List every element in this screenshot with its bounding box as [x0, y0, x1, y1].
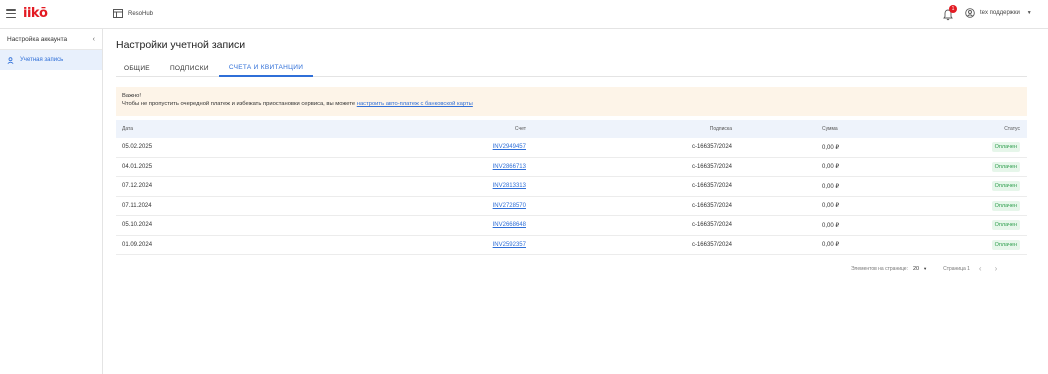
table-row: 05.02.2025 INV2949457 c-166357/2024 0,00…: [116, 138, 1027, 158]
status-badge: Оплачен: [991, 161, 1020, 172]
notice-banner: Важно! Чтобы не пропустить очередной пла…: [116, 87, 1027, 116]
status-badge: Оплачен: [991, 181, 1020, 192]
chevron-down-icon: ▼: [1026, 10, 1032, 16]
cell-amount: 0,00 ₽: [822, 183, 840, 190]
column-status[interactable]: Статус: [842, 126, 1027, 132]
cell-subscription: c-166357/2024: [691, 222, 732, 229]
collapse-chevron-icon[interactable]: ‹: [93, 36, 95, 43]
cell-amount: 0,00 ₽: [822, 144, 840, 151]
table-row: 05.10.2024 INV2668648 c-166357/2024 0,00…: [116, 216, 1027, 236]
cell-date: 01.09.2024: [122, 241, 153, 248]
cell-subscription: c-166357/2024: [691, 241, 732, 248]
cell-date: 07.11.2024: [122, 202, 152, 209]
store-icon: [113, 9, 123, 18]
pagination: Элементов на странице: 20 ▼ Страница 1 ‹…: [851, 264, 1001, 273]
tab-subscriptions[interactable]: ПОДПИСКИ: [160, 60, 219, 77]
user-icon: [7, 56, 14, 64]
top-bar: iikō ResoHub 1 tex поддержки ▼: [0, 0, 1048, 29]
table-row: 07.11.2024 INV2728570 c-166357/2024 0,00…: [116, 197, 1027, 216]
sidebar-title: Настройка аккаунта: [7, 35, 68, 43]
app-name: ResoHub: [128, 10, 154, 17]
invoice-link[interactable]: INV2592357: [493, 242, 526, 248]
status-badge: Оплачен: [991, 239, 1020, 250]
page-title: Настройки учетной записи: [116, 39, 246, 51]
column-amount-label: Сумма: [822, 126, 838, 132]
tab-invoices[interactable]: СЧЕТА И КВИТАНЦИИ: [218, 60, 314, 77]
invoice-link[interactable]: INV2866713: [493, 164, 526, 170]
cell-date: 04.01.2025: [122, 163, 153, 170]
notification-badge: 1: [949, 5, 957, 13]
prev-page-button[interactable]: ‹: [975, 264, 986, 273]
notice-title: Важно!: [122, 93, 142, 99]
main-content: Настройки учетной записи ОБЩИЕ ПОДПИСКИ …: [103, 29, 1048, 374]
cell-subscription: c-166357/2024: [691, 163, 732, 170]
notice-text: Чтобы не пропустить очередной платеж и и…: [122, 101, 357, 107]
status-badge: Оплачен: [991, 142, 1020, 153]
status-badge: Оплачен: [991, 200, 1020, 211]
column-invoice[interactable]: Счет: [326, 126, 526, 132]
invoice-link[interactable]: INV2728570: [493, 203, 526, 209]
cell-date: 05.02.2025: [122, 144, 153, 151]
account-icon: [965, 8, 975, 18]
notice-body: Чтобы не пропустить очередной платеж и и…: [122, 100, 1021, 108]
table-header: Дата Счет Подписка Сумма Статус: [116, 120, 1027, 138]
tabs: ОБЩИЕ ПОДПИСКИ СЧЕТА И КВИТАНЦИИ: [116, 60, 1027, 77]
column-amount[interactable]: Сумма: [732, 126, 842, 132]
per-page-select[interactable]: 20 ▼: [913, 266, 927, 272]
table-row: 07.12.2024 INV2813313 c-166357/2024 0,00…: [116, 177, 1027, 197]
notifications-button[interactable]: 1: [943, 5, 957, 21]
cell-subscription: c-166357/2024: [691, 183, 732, 190]
per-page-label: Элементов на странице:: [851, 265, 908, 272]
cell-amount: 0,00 ₽: [822, 164, 840, 171]
cell-subscription: c-166357/2024: [691, 144, 732, 151]
cell-amount: 0,00 ₽: [822, 242, 840, 249]
page-indicator: Страница 1: [943, 265, 970, 272]
cell-subscription: c-166357/2024: [691, 202, 732, 209]
app-switcher[interactable]: ResoHub: [113, 9, 153, 18]
invoice-link[interactable]: INV2949457: [493, 144, 526, 150]
cell-amount: 0,00 ₽: [822, 222, 840, 229]
cell-date: 05.10.2024: [122, 222, 153, 229]
sidebar: Настройка аккаунта ‹ Учетная запись: [0, 29, 103, 374]
invoices-table: Дата Счет Подписка Сумма Статус 05.02.20…: [116, 120, 1027, 255]
sidebar-header: Настройка аккаунта ‹: [0, 29, 102, 50]
brand-logo[interactable]: iikō: [23, 6, 48, 21]
tab-general[interactable]: ОБЩИЕ: [116, 60, 160, 77]
column-subscription[interactable]: Подписка: [526, 126, 732, 132]
column-date[interactable]: Дата: [116, 126, 326, 132]
table-row: 01.09.2024 INV2592357 c-166357/2024 0,00…: [116, 236, 1027, 255]
per-page-value: 20: [912, 265, 920, 272]
user-name: tex поддержки: [980, 10, 1020, 16]
status-badge: Оплачен: [991, 220, 1020, 231]
invoice-link[interactable]: INV2668648: [493, 222, 526, 228]
invoice-link[interactable]: INV2813313: [493, 183, 526, 189]
chevron-down-icon: ▼: [923, 266, 928, 271]
autopay-link[interactable]: настроить авто-платеж с банковской карты: [357, 101, 473, 107]
table-row: 04.01.2025 INV2866713 c-166357/2024 0,00…: [116, 158, 1027, 177]
next-page-button[interactable]: ›: [991, 264, 1002, 273]
cell-date: 07.12.2024: [122, 183, 153, 190]
sidebar-item-account[interactable]: Учетная запись: [0, 50, 102, 70]
user-menu[interactable]: tex поддержки ▼: [965, 8, 1032, 18]
sidebar-item-label: Учетная запись: [20, 57, 64, 63]
cell-amount: 0,00 ₽: [822, 203, 840, 210]
menu-icon[interactable]: [6, 9, 16, 18]
